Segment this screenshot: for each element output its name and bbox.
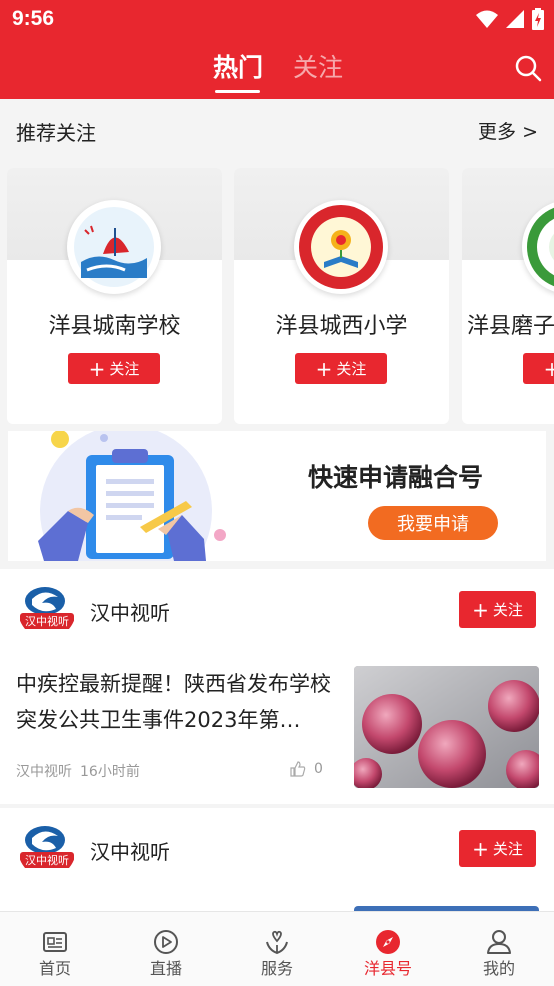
status-icons (476, 8, 544, 30)
nav-mine[interactable]: 我的 (444, 912, 554, 986)
nav-live[interactable]: 直播 (111, 912, 221, 986)
card-name: 洋县城西小学 (275, 314, 408, 339)
svg-text:汉中视听: 汉中视听 (25, 853, 69, 867)
avatar[interactable]: 汉中视听 (18, 820, 76, 878)
status-time: 9:56 (12, 7, 55, 30)
follow-button[interactable]: +关注 (459, 830, 536, 867)
follow-button[interactable]: +关注 (523, 353, 554, 384)
nav-home[interactable]: 首页 (0, 912, 110, 986)
status-bar: 9:56 (0, 0, 554, 38)
recommend-header: 推荐关注 更多 > (0, 99, 554, 161)
thumbs-up-icon (290, 761, 306, 777)
tab-follow[interactable]: 关注 (293, 48, 343, 84)
active-tab-indicator (215, 90, 260, 93)
nav-label: 洋县号 (363, 959, 412, 978)
top-header: 9:56 热门 关注 (0, 0, 554, 99)
nav-label: 服务 (260, 959, 293, 978)
banner-title: 快速申请融合号 (308, 463, 484, 492)
play-circle-icon (154, 930, 178, 954)
like-count: 0 (314, 761, 323, 777)
card-name: 洋县城南学校 (48, 314, 181, 339)
apply-banner[interactable]: 快速申请融合号 我要申请 (8, 431, 546, 561)
recommend-title: 推荐关注 (16, 121, 96, 145)
clipboard-illustration (38, 431, 226, 561)
heart-hands-icon (266, 930, 288, 955)
news-time: 16小时前 (80, 764, 140, 780)
card-name: 洋县磨子 (467, 314, 554, 339)
nav-label: 首页 (38, 959, 71, 978)
follow-button[interactable]: +关注 (68, 353, 160, 384)
bottom-nav: 首页 直播 服务 洋县号 我的 (0, 911, 554, 986)
nav-label: 我的 (482, 959, 515, 978)
home-news-icon (43, 932, 67, 952)
recommend-card[interactable]: 洋县磨子 +关注 (462, 168, 554, 424)
news-meta: 汉中视听 16小时前 (16, 761, 140, 781)
more-link[interactable]: 更多 > (478, 117, 538, 144)
signal-icon (506, 10, 524, 28)
app-screen: 9:56 热门 关注 推荐关注 更多 > 洋县城南学校 + 关注 洋县城西小学 … (0, 0, 554, 986)
news-feed-item[interactable]: 汉中视听 汉中视听 + 关注 (0, 808, 554, 918)
news-feed-item[interactable]: 汉中视听 汉中视听 + 关注 中疾控最新提醒！陕西省发布学校突发公共卫生事件202… (0, 569, 554, 804)
account-name[interactable]: 汉中视听 (90, 836, 170, 865)
recommend-card[interactable]: 洋县城南学校 + 关注 (7, 168, 222, 424)
search-icon[interactable] (514, 54, 542, 82)
like-button[interactable]: 0 (290, 761, 323, 777)
news-source: 汉中视听 (16, 764, 72, 780)
nav-yangxian-account[interactable]: 洋县号 (333, 912, 443, 986)
wifi-icon (476, 10, 498, 28)
user-icon (487, 930, 511, 954)
nav-label: 直播 (149, 959, 182, 978)
apply-button[interactable]: 我要申请 (368, 506, 498, 540)
account-name[interactable]: 汉中视听 (90, 597, 170, 626)
nav-service[interactable]: 服务 (222, 912, 332, 986)
recommend-card[interactable]: 洋县城西小学 + 关注 (234, 168, 449, 424)
news-thumbnail[interactable] (354, 666, 539, 788)
school-emblem-icon (294, 200, 388, 294)
tab-hot[interactable]: 热门 (213, 48, 263, 84)
school-emblem-icon (67, 200, 161, 294)
battery-icon (532, 8, 544, 30)
news-title[interactable]: 中疾控最新提醒！陕西省发布学校突发公共卫生事件2023年第… (16, 666, 342, 738)
avatar[interactable]: 汉中视听 (18, 581, 76, 639)
follow-button[interactable]: +关注 (459, 591, 536, 628)
compass-icon (376, 930, 400, 954)
svg-text:汉中视听: 汉中视听 (25, 614, 69, 628)
top-tabs: 热门 关注 (0, 48, 554, 98)
follow-button[interactable]: +关注 (295, 353, 387, 384)
